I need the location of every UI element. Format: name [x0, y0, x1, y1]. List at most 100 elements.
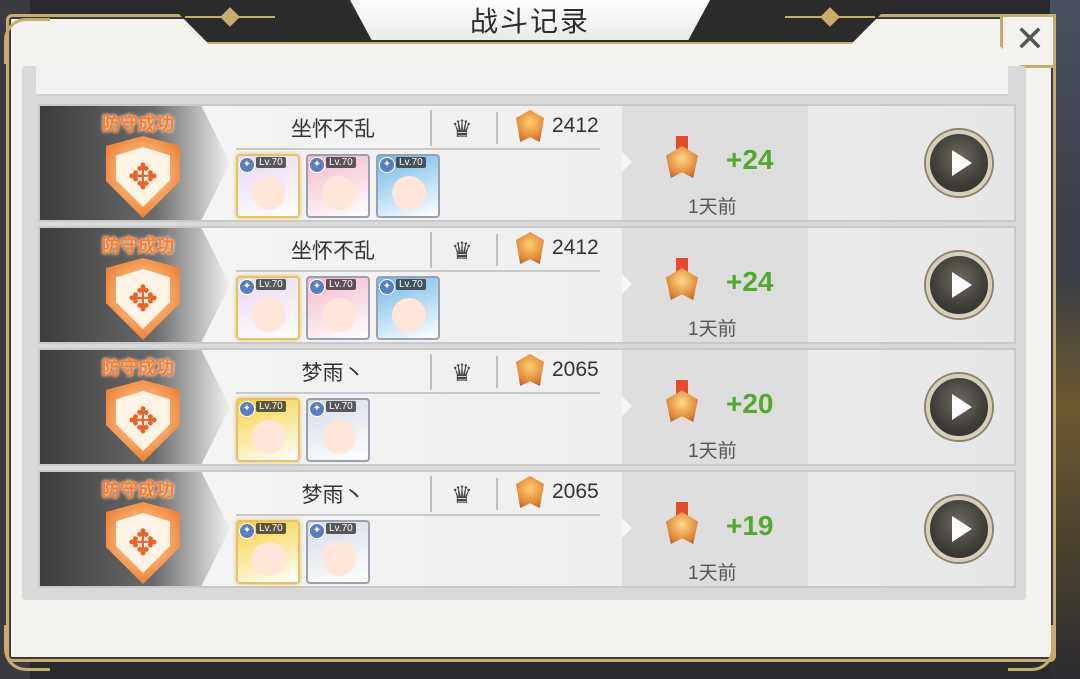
play-icon [952, 272, 972, 298]
hero-portrait[interactable]: ✦ Lv.70 [306, 276, 370, 340]
hero-portrait[interactable]: ✦ Lv.70 [236, 154, 300, 218]
hero-face [322, 542, 356, 576]
hero-face [322, 420, 356, 454]
class-icon: ✦ [309, 157, 325, 173]
hero-level: Lv.70 [326, 157, 356, 168]
medal-icon [664, 380, 700, 424]
trophy-count: 2065 [552, 480, 599, 503]
corner-ornament-bottom-left [4, 625, 50, 671]
divider [236, 514, 600, 516]
title-ornament-left [185, 7, 275, 27]
trophy-count: 2412 [552, 236, 599, 259]
hero-portrait[interactable]: ✦ Lv.70 [306, 154, 370, 218]
class-icon: ✦ [309, 523, 325, 539]
hero-face [392, 298, 426, 332]
arrow-right-icon [622, 518, 632, 538]
record-row-4: 防守成功 ✥ 梦雨丶 ♛ 2065 ✦ Lv.70 ✦ Lv.70 +19 1天前 [38, 470, 1016, 588]
move-arrows-icon: ✥ [116, 147, 170, 207]
arrow-right-icon [622, 274, 632, 294]
class-icon: ✦ [309, 279, 325, 295]
hero-face [322, 176, 356, 210]
opponent-name: 梦雨丶 [236, 476, 432, 512]
hero-face [252, 298, 286, 332]
opponent-team: ✦ Lv.70 ✦ Lv.70 [236, 520, 370, 584]
trophy-rank-icon [516, 476, 546, 510]
opponent-team: ✦ Lv.70 ✦ Lv.70 ✦ Lv.70 [236, 154, 440, 218]
divider [236, 392, 600, 394]
title-plate: 战斗记录 [350, 0, 710, 40]
arrow-right-icon [622, 152, 632, 172]
status-label: 防守成功 [102, 358, 174, 378]
replay-button[interactable] [926, 496, 992, 562]
hero-level: Lv.70 [326, 401, 356, 412]
opponent-team: ✦ Lv.70 ✦ Lv.70 ✦ Lv.70 [236, 276, 440, 340]
opponent-name: 梦雨丶 [236, 354, 432, 390]
hero-level: Lv.70 [326, 279, 356, 290]
move-arrows-icon: ✥ [116, 513, 170, 573]
divider [236, 270, 600, 272]
hero-face [392, 176, 426, 210]
move-arrows-icon: ✥ [116, 391, 170, 451]
score-gain: +24 [726, 144, 774, 175]
divider [496, 478, 498, 510]
opponent-team: ✦ Lv.70 ✦ Lv.70 [236, 398, 370, 462]
medal-icon [664, 258, 700, 302]
hero-level: Lv.70 [396, 279, 426, 290]
trophy-count: 2065 [552, 358, 599, 381]
record-row-2: 防守成功 ✥ 坐怀不乱 ♛ 2412 ✦ Lv.70 ✦ Lv.70 ✦ Lv.70 +2… [38, 226, 1016, 344]
class-icon: ✦ [379, 157, 395, 173]
medal-icon [664, 136, 700, 180]
status-label: 防守成功 [102, 480, 174, 500]
score-gain: +24 [726, 266, 774, 297]
divider [496, 234, 498, 266]
guild-emblem-icon: ♛ [451, 360, 473, 387]
guild-emblem-icon: ♛ [451, 482, 473, 509]
hero-level: Lv.70 [256, 523, 286, 534]
guild-emblem-icon: ♛ [451, 116, 473, 143]
hero-portrait[interactable]: ✦ Lv.70 [376, 276, 440, 340]
move-arrows-icon: ✥ [116, 269, 170, 329]
play-icon [952, 516, 972, 542]
trophy-rank-icon [516, 232, 546, 266]
hero-level: Lv.70 [396, 157, 426, 168]
replay-button[interactable] [926, 130, 992, 196]
status-label: 防守成功 [102, 114, 174, 134]
opponent-name: 坐怀不乱 [236, 232, 432, 268]
hero-portrait[interactable]: ✦ Lv.70 [236, 398, 300, 462]
hero-face [252, 176, 286, 210]
hero-level: Lv.70 [326, 523, 356, 534]
play-icon [952, 150, 972, 176]
hero-portrait[interactable]: ✦ Lv.70 [376, 154, 440, 218]
status-label: 防守成功 [102, 236, 174, 256]
opponent-name: 坐怀不乱 [236, 110, 432, 146]
page-title: 战斗记录 [469, 6, 590, 37]
time-ago: 1天前 [688, 563, 737, 584]
replay-button[interactable] [926, 374, 992, 440]
trophy-rank-icon [516, 110, 546, 144]
record-row-3: 防守成功 ✥ 梦雨丶 ♛ 2065 ✦ Lv.70 ✦ Lv.70 +20 1天前 [38, 348, 1016, 466]
time-ago: 1天前 [688, 319, 737, 340]
trophy-rank-icon [516, 354, 546, 388]
arrow-right-icon [622, 396, 632, 416]
hero-portrait[interactable]: ✦ Lv.70 [306, 520, 370, 584]
play-icon [952, 394, 972, 420]
hero-portrait[interactable]: ✦ Lv.70 [306, 398, 370, 462]
hero-level: Lv.70 [256, 157, 286, 168]
title-ornament-right [785, 7, 875, 27]
hero-portrait[interactable]: ✦ Lv.70 [236, 520, 300, 584]
replay-button[interactable] [926, 252, 992, 318]
hero-face [252, 542, 286, 576]
hero-level: Lv.70 [256, 401, 286, 412]
list-item-partial [36, 66, 1008, 96]
class-icon: ✦ [309, 401, 325, 417]
medal-icon [664, 502, 700, 546]
close-icon: ✕ [1014, 18, 1045, 59]
corner-ornament-top-left [4, 18, 50, 64]
hero-portrait[interactable]: ✦ Lv.70 [236, 276, 300, 340]
hero-level: Lv.70 [256, 279, 286, 290]
class-icon: ✦ [239, 401, 255, 417]
divider [236, 148, 600, 150]
score-gain: +20 [726, 388, 774, 419]
record-row-1: 防守成功 ✥ 坐怀不乱 ♛ 2412 ✦ Lv.70 ✦ Lv.70 ✦ Lv.70 +2… [38, 104, 1016, 222]
trophy-count: 2412 [552, 114, 599, 137]
